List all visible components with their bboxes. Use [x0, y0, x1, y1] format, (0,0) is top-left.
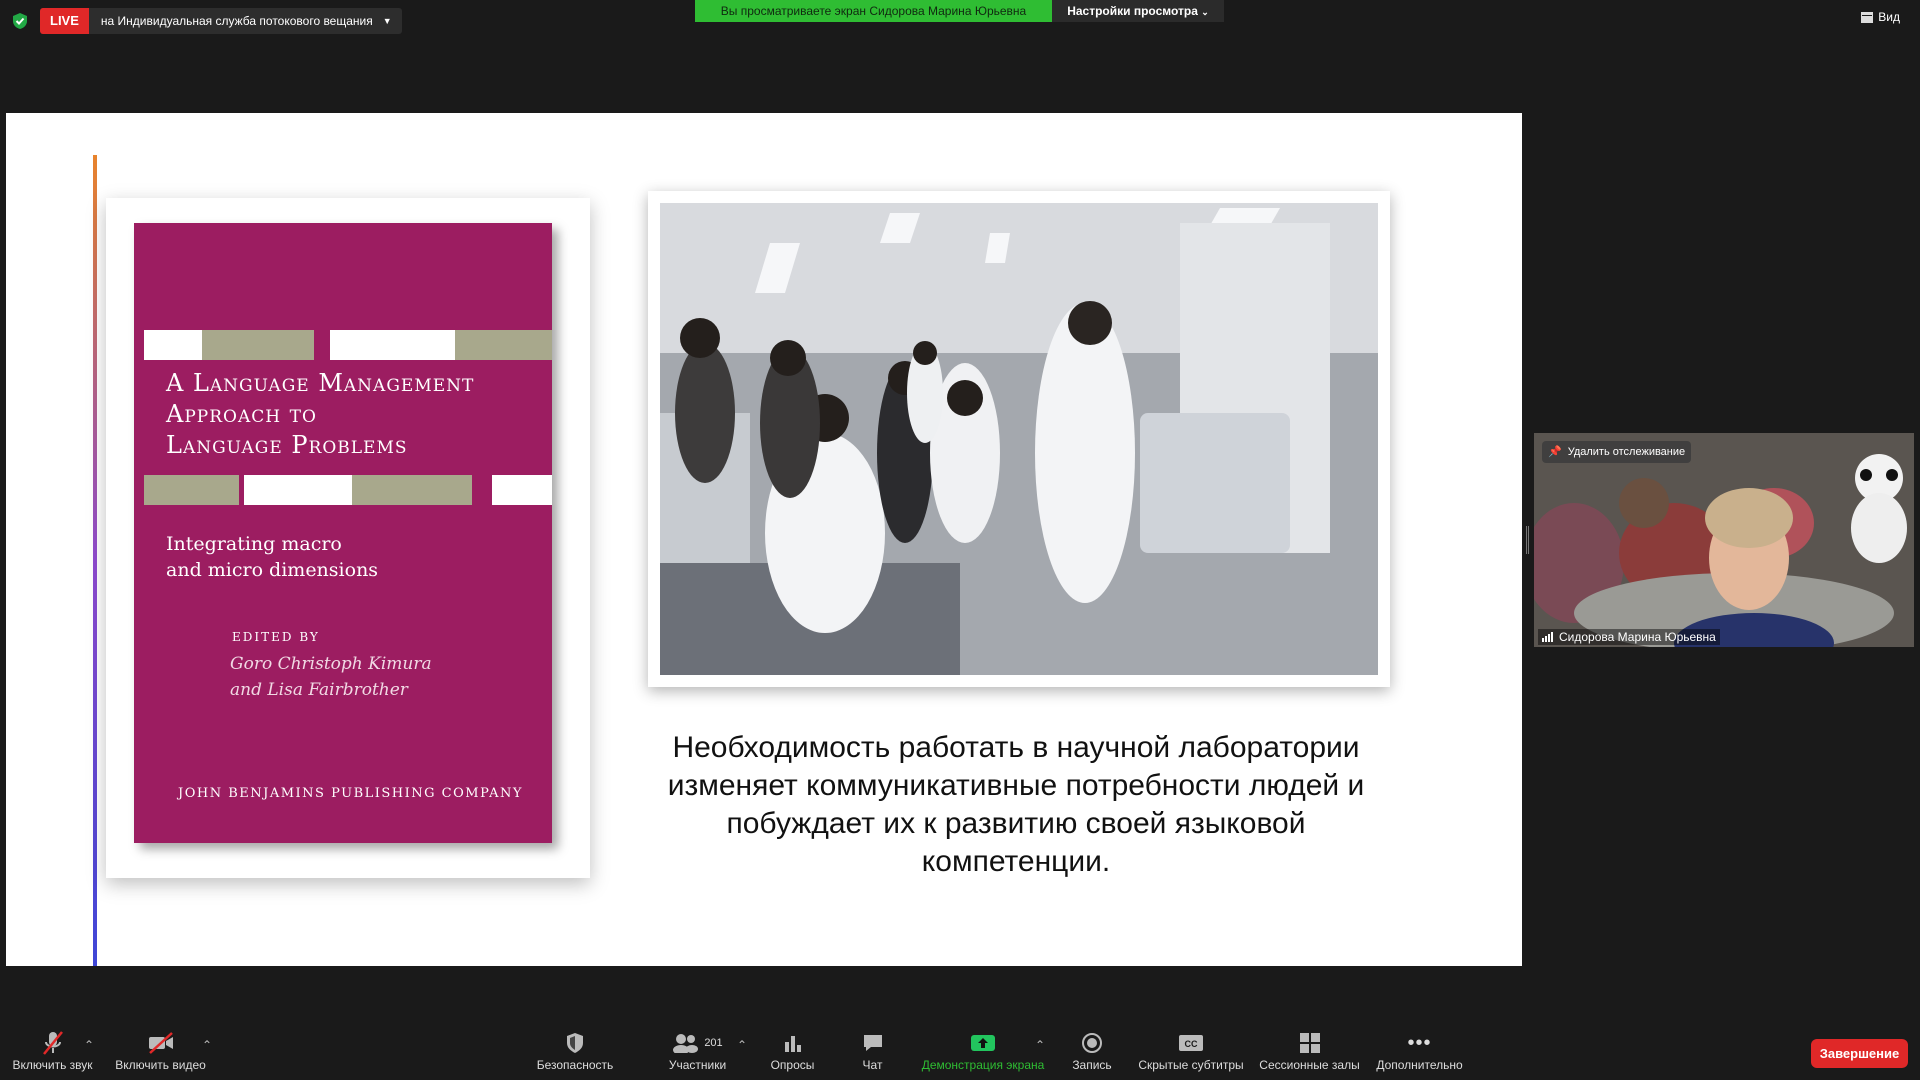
more-dots-icon: ••• [1407, 1031, 1432, 1054]
unmute-button[interactable]: Включить звук [10, 1028, 95, 1072]
participant-video-tile[interactable]: 📌 Удалить отслеживание Сидорова Марина Ю… [1534, 433, 1914, 647]
dropdown-arrow-icon: ▼ [382, 16, 392, 26]
pin-icon: 📌 [1548, 446, 1562, 458]
record-icon [1082, 1033, 1102, 1053]
participants-icon [673, 1034, 699, 1053]
view-label: Вид [1878, 10, 1900, 24]
share-screen-label: Демонстрация экрана [921, 1058, 1045, 1072]
book-cover: A Language Management Approach to Langua… [134, 223, 552, 843]
chat-label: Чат [862, 1058, 883, 1072]
participants-button[interactable]: 201 Участники [650, 1028, 745, 1072]
view-settings-label: Настройки просмотра [1067, 4, 1198, 18]
signal-strength-icon [1542, 632, 1553, 642]
security-button[interactable]: Безопасность [535, 1028, 615, 1072]
slide-accent-line [93, 155, 97, 966]
record-button[interactable]: Запись [1063, 1028, 1121, 1072]
slide-body-text: Необходимость работать в научной лаборат… [667, 731, 1365, 878]
security-label: Безопасность [536, 1058, 614, 1072]
live-badge: LIVE [40, 8, 89, 34]
polls-label: Опросы [770, 1058, 815, 1072]
participant-name-label: Сидорова Марина Юрьевна [1559, 630, 1716, 644]
share-screen-button[interactable]: Демонстрация экрана [918, 1028, 1048, 1072]
microphone-muted-icon [42, 1031, 63, 1055]
shared-screen: A Language Management Approach to Langua… [6, 113, 1522, 966]
viewing-screen-banner: Вы просматриваете экран Сидорова Марина … [695, 0, 1052, 22]
participant-video-frame [1534, 433, 1914, 647]
participants-options-caret[interactable]: ⌃ [737, 1038, 747, 1052]
security-shield-icon[interactable] [12, 12, 28, 30]
chat-bubble-icon [863, 1035, 882, 1051]
closed-captions-button[interactable]: CC Скрытые субтитры [1135, 1028, 1247, 1072]
view-button[interactable]: Вид [1861, 10, 1900, 24]
view-settings-button[interactable]: Настройки просмотра ⌄ [1052, 0, 1224, 22]
start-video-button[interactable]: Включить видео [113, 1028, 208, 1072]
bar-chart-icon [784, 1036, 801, 1052]
book-publisher: JOHN BENJAMINS PUBLISHING COMPANY [178, 786, 523, 801]
end-meeting-button[interactable]: Завершение [1811, 1039, 1908, 1068]
book-edited-by: EDITED BY [232, 630, 320, 644]
share-screen-icon [971, 1035, 995, 1051]
lab-photo [660, 203, 1378, 675]
breakout-rooms-icon [1299, 1033, 1320, 1053]
audio-options-caret[interactable]: ⌃ [84, 1038, 94, 1052]
participants-count: 201 [704, 1037, 723, 1049]
participants-label: Участники [668, 1058, 727, 1072]
book-title: A Language Management Approach to Langua… [166, 369, 475, 459]
book-cover-card: A Language Management Approach to Langua… [106, 198, 590, 878]
polls-button[interactable]: Опросы [760, 1028, 825, 1072]
svg-text:CC: CC [1185, 1039, 1198, 1049]
breakout-rooms-button[interactable]: Сессионные залы [1257, 1028, 1362, 1072]
book-editors: Goro Christoph Kimura and Lisa Fairbroth… [230, 654, 432, 700]
video-camera-off-icon [148, 1032, 173, 1054]
chevron-down-icon: ⌄ [1201, 7, 1209, 17]
shield-icon [567, 1033, 583, 1053]
grid-view-icon [1861, 11, 1874, 23]
live-destination-dropdown[interactable]: на Индивидуальная служба потокового веща… [89, 8, 402, 34]
record-label: Запись [1072, 1058, 1112, 1072]
share-options-caret[interactable]: ⌃ [1035, 1038, 1045, 1052]
more-label: Дополнительно [1376, 1058, 1463, 1072]
unpin-video-button[interactable]: 📌 Удалить отслеживание [1542, 441, 1692, 463]
live-stream-indicator[interactable]: LIVE на Индивидуальная служба потокового… [40, 8, 402, 34]
closed-captions-label: Скрытые субтитры [1138, 1058, 1244, 1072]
chat-button[interactable]: Чат [845, 1028, 900, 1072]
start-video-label: Включить видео [115, 1058, 206, 1072]
unpin-label: Удалить отслеживание [1567, 446, 1686, 458]
live-destination-label: на Индивидуальная служба потокового веща… [100, 14, 373, 28]
video-options-caret[interactable]: ⌃ [202, 1038, 212, 1052]
panel-resize-handle[interactable] [1526, 526, 1529, 554]
breakout-rooms-label: Сессионные залы [1259, 1058, 1360, 1072]
lab-photo-frame [648, 191, 1390, 687]
book-subtitle: Integrating macro and micro dimensions [166, 533, 379, 581]
closed-captions-icon: CC [1179, 1035, 1203, 1051]
unmute-label: Включить звук [12, 1058, 93, 1072]
more-button[interactable]: ••• Дополнительно [1372, 1028, 1467, 1073]
participant-name-tag: Сидорова Марина Юрьевна [1538, 629, 1720, 645]
